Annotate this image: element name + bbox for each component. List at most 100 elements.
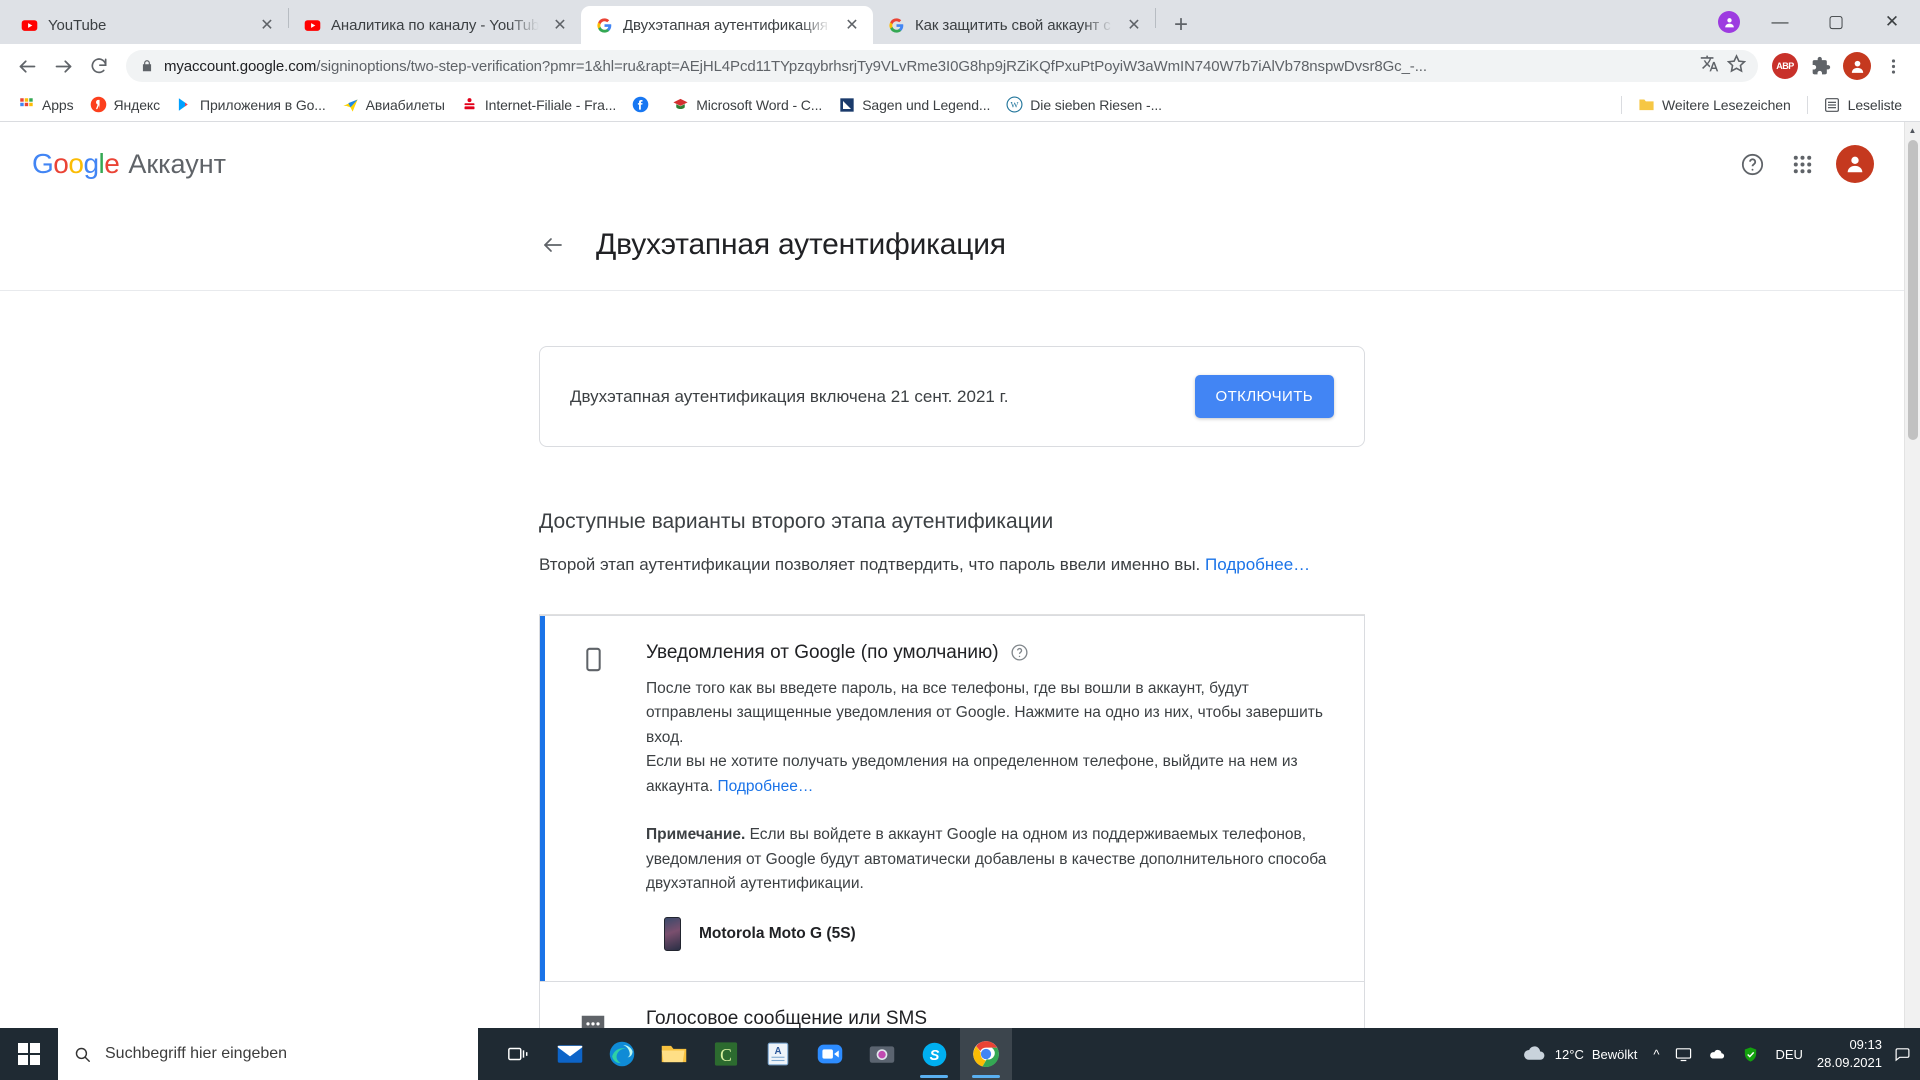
bookmark-apps[interactable]: Apps <box>10 92 82 117</box>
browser-tab-2[interactable]: Двухэтапная аутентификация ✕ <box>581 6 873 44</box>
taskbar-clock[interactable]: 09:13 28.09.2021 <box>1811 1036 1892 1071</box>
google-icon <box>595 16 613 34</box>
file-explorer-icon[interactable] <box>648 1028 700 1080</box>
svg-text:A: A <box>774 1046 781 1057</box>
maximize-button[interactable]: ▢ <box>1808 0 1864 44</box>
turn-off-button[interactable]: ОТКЛЮЧИТЬ <box>1194 375 1334 418</box>
abp-badge: ABP <box>1772 53 1798 79</box>
word-icon[interactable]: A <box>752 1028 804 1080</box>
tab-separator <box>1155 7 1156 28</box>
bookmark-google-play[interactable]: Приложения в Go... <box>168 92 334 117</box>
weather-widget[interactable]: 12°C Bewölkt <box>1514 1028 1646 1080</box>
taskbar-search-box[interactable]: Suchbegriff hier eingeben <box>58 1028 478 1080</box>
method-title: Голосовое сообщение или SMS <box>646 1007 928 1028</box>
mail-icon[interactable] <box>544 1028 596 1080</box>
tab-title: Как защитить свой аккаунт с по <box>915 16 1113 34</box>
product-name: Аккаунт <box>128 149 227 179</box>
omnibox-actions <box>1700 54 1747 78</box>
page-content: Двухэтапная аутентификация включена 21 с… <box>0 291 1904 1028</box>
bookmark-star-icon[interactable] <box>1726 54 1747 78</box>
method-paragraph-1: После того как вы введете пароль, на все… <box>646 679 1323 746</box>
task-view-icon[interactable] <box>492 1028 544 1080</box>
folder-icon <box>1638 96 1655 113</box>
tab-strip: YouTube ✕ Аналитика по каналу - YouTube … <box>0 0 1920 44</box>
back-button[interactable] <box>10 49 44 83</box>
pencil-icon[interactable] <box>1311 1026 1334 1028</box>
bookmark-label: Яндекс <box>113 96 161 113</box>
scrollbar-thumb[interactable] <box>1908 140 1918 440</box>
bookmark-label: Sagen und Legend... <box>862 96 991 113</box>
bookmark-facebook[interactable] <box>624 92 664 117</box>
blue-arrow-icon <box>838 96 855 113</box>
address-bar[interactable]: myaccount.google.com/signinoptions/two-s… <box>126 50 1758 82</box>
method-body: Уведомления от Google (по умолчанию) Пос… <box>646 642 1334 951</box>
minimize-button[interactable]: — <box>1752 0 1808 44</box>
apps-grid-icon <box>18 96 35 113</box>
method-title: Уведомления от Google (по умолчанию) <box>646 641 999 663</box>
new-tab-button[interactable]: + <box>1164 8 1198 42</box>
profile-badge-icon[interactable] <box>1706 0 1752 44</box>
svg-text:W: W <box>1011 100 1019 110</box>
method-paragraph-2: Если вы не хотите получать уведомления н… <box>646 750 1334 799</box>
yandex-icon <box>90 96 107 113</box>
method-note-text: Если вы войдете в аккаунт Google на одно… <box>646 826 1327 893</box>
back-arrow-icon[interactable] <box>540 232 566 258</box>
bookmark-aviabilety[interactable]: Авиабилеты <box>334 92 453 117</box>
facebook-icon <box>632 96 649 113</box>
language-indicator[interactable]: DEU <box>1767 1028 1810 1080</box>
extensions-button[interactable] <box>1804 49 1838 83</box>
bookmark-internet-filiale[interactable]: Internet-Filiale - Fra... <box>453 92 624 117</box>
tab-close-button[interactable]: ✕ <box>1123 14 1145 36</box>
bookmarks-divider <box>1621 95 1623 114</box>
method-body: Голосовое сообщение или SMS 0176 5771015… <box>646 1008 1281 1028</box>
bookmark-leseliste[interactable]: Leseliste <box>1816 92 1910 117</box>
edge-icon[interactable] <box>596 1028 648 1080</box>
zoom-icon[interactable] <box>804 1028 856 1080</box>
device-row: Motorola Moto G (5S) <box>646 916 1334 951</box>
translate-icon[interactable] <box>1700 54 1719 78</box>
adblock-plus-button[interactable]: ABP <box>1768 49 1802 83</box>
start-button[interactable] <box>0 1028 58 1080</box>
tab-close-button[interactable]: ✕ <box>841 14 863 36</box>
scroll-up-arrow[interactable]: ▲ <box>1905 122 1920 138</box>
notification-icon[interactable] <box>1892 1028 1912 1080</box>
chrome-icon[interactable] <box>960 1028 1012 1080</box>
bookmark-yandex[interactable]: Яндекс <box>82 92 168 117</box>
phone-icon <box>570 642 616 951</box>
google-account-page: Google Аккаунт Двухэтапная аутентификаци… <box>0 122 1904 1028</box>
cloud-sync-icon[interactable] <box>1700 1028 1734 1080</box>
profile-avatar-button[interactable] <box>1840 49 1874 83</box>
window-close-button[interactable]: ✕ <box>1864 0 1920 44</box>
bookmark-sagen-und-legenden[interactable]: Sagen und Legend... <box>830 92 998 117</box>
camera-icon[interactable] <box>856 1028 908 1080</box>
cisco-icon[interactable]: C <box>700 1028 752 1080</box>
reload-button[interactable] <box>82 49 116 83</box>
forward-button[interactable] <box>46 49 80 83</box>
tab-close-button[interactable]: ✕ <box>549 14 571 36</box>
method-note: Примечание. Если вы войдете в аккаунт Go… <box>646 823 1334 896</box>
bookmark-weitere-lesezeichen[interactable]: Weitere Lesezeichen <box>1630 92 1799 117</box>
method-note-label: Примечание. <box>646 826 746 844</box>
browser-toolbar: myaccount.google.com/signinoptions/two-s… <box>0 44 1920 88</box>
method-learn-more-link[interactable]: Подробнее… <box>717 778 813 795</box>
help-circle-icon[interactable] <box>1736 148 1768 180</box>
apps-grid-icon[interactable] <box>1786 148 1818 180</box>
skype-icon[interactable]: S <box>908 1028 960 1080</box>
tab-close-button[interactable]: ✕ <box>256 14 278 36</box>
bookmark-label: Leseliste <box>1847 96 1902 113</box>
browser-tab-0[interactable]: YouTube ✕ <box>6 6 288 44</box>
bookmark-microsoft-word[interactable]: Microsoft Word - C... <box>664 92 830 117</box>
security-shield-icon[interactable] <box>1734 1028 1767 1080</box>
help-circle-icon[interactable] <box>1010 643 1029 662</box>
section-subtitle-text: Второй этап аутентификации позволяет под… <box>539 555 1201 574</box>
chrome-menu-button[interactable] <box>1876 49 1910 83</box>
bookmark-die-sieben-riesen[interactable]: W Die sieben Riesen -... <box>998 92 1170 117</box>
browser-tab-3[interactable]: Как защитить свой аккаунт с по ✕ <box>873 6 1155 44</box>
clock-date: 28.09.2021 <box>1816 1055 1882 1070</box>
browser-tab-1[interactable]: Аналитика по каналу - YouTube ✕ <box>289 6 581 44</box>
section-learn-more-link[interactable]: Подробнее… <box>1205 555 1310 574</box>
tray-expand-button[interactable]: ^ <box>1645 1028 1667 1080</box>
page-scrollbar[interactable]: ▲ <box>1904 122 1920 1028</box>
display-icon[interactable] <box>1667 1028 1700 1080</box>
avatar[interactable] <box>1836 145 1874 183</box>
